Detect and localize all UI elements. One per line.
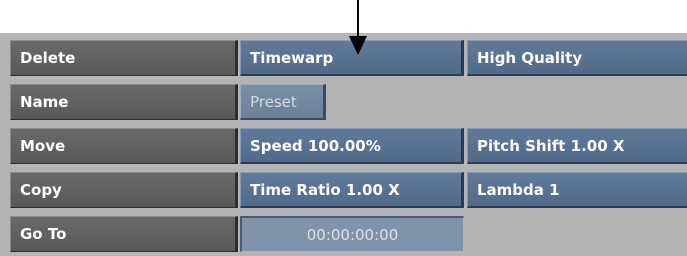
down-arrow-icon: [349, 0, 367, 55]
copy-button[interactable]: Copy: [10, 172, 238, 208]
lambda-field[interactable]: Lambda 1: [467, 172, 687, 208]
time-ratio-field[interactable]: Time Ratio 1.00 X: [240, 172, 464, 208]
timecode-field[interactable]: 00:00:00:00: [240, 216, 464, 252]
name-button[interactable]: Name: [10, 84, 238, 120]
preset-button[interactable]: Preset: [240, 84, 326, 120]
goto-button[interactable]: Go To: [10, 216, 238, 252]
speed-field[interactable]: Speed 100.00%: [240, 128, 464, 164]
delete-button[interactable]: Delete: [10, 40, 238, 76]
pitch-shift-field[interactable]: Pitch Shift 1.00 X: [467, 128, 687, 164]
move-button[interactable]: Move: [10, 128, 238, 164]
high-quality-button[interactable]: High Quality: [467, 40, 687, 76]
